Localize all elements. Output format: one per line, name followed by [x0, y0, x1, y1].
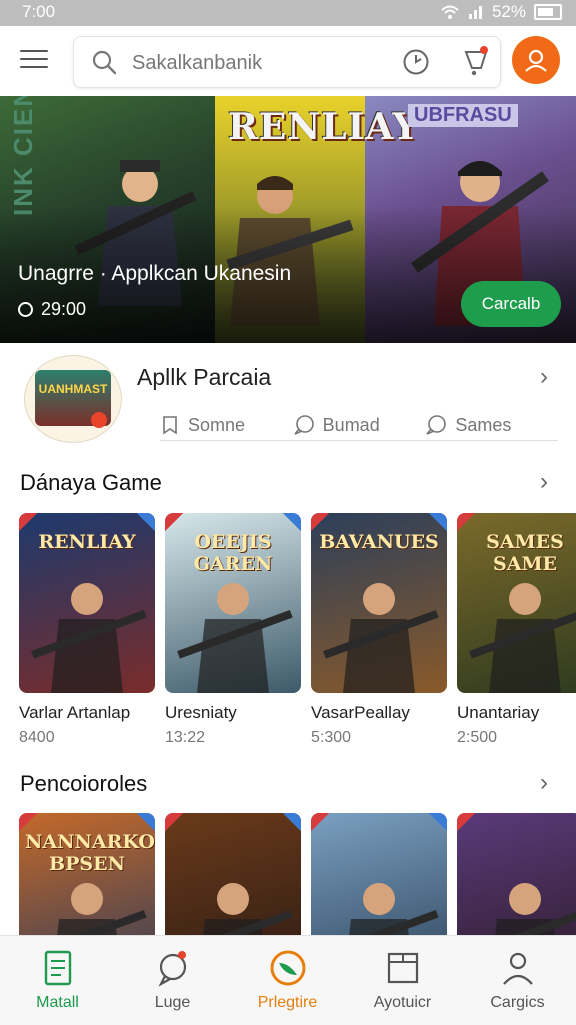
status-bar: 7:00 52%	[0, 0, 576, 26]
corner-tag	[429, 513, 447, 531]
game-logo-text: OEEJIS GAREN	[193, 531, 273, 575]
app-tabs: Somne Bumad Sames	[160, 410, 558, 441]
chevron-right-icon[interactable]: ›	[540, 363, 548, 391]
corner-tag	[19, 813, 37, 831]
banner-time-value: 29:00	[41, 299, 87, 319]
top-bar	[0, 26, 576, 96]
game-meta: 2:500	[457, 729, 498, 746]
corner-tag	[283, 513, 301, 531]
bottom-nav: Matall Luge Prlegtire Ayotuicr Cargics	[0, 935, 576, 1025]
games-row: RENLIAY Varlar Artanlap 8400 OEEJIS GAREN Ur…	[19, 513, 576, 747]
corner-tag	[137, 513, 155, 531]
corner-tag	[283, 813, 301, 831]
app-tab-somne[interactable]: Somne	[160, 410, 293, 440]
app-logo-text: UANHMAST	[38, 382, 108, 396]
menu-icon[interactable]	[20, 50, 48, 70]
game-title: VasarPeallay	[311, 703, 410, 722]
app-tab-label: Sames	[455, 414, 512, 435]
banner-action-button[interactable]: Carcalb	[461, 281, 561, 327]
corner-tag	[457, 513, 475, 531]
game-title: Uresniaty	[165, 703, 237, 722]
status-icons: 52%	[440, 2, 562, 22]
hero-banner[interactable]: INK CIENZN RENLIAY UBFRASU Unagrre · App…	[0, 96, 576, 343]
corner-tag	[457, 813, 475, 831]
search-icon	[92, 50, 117, 75]
game-title: Unantariay	[457, 703, 540, 722]
banner-time: 29:00	[18, 299, 86, 320]
bookmark-icon	[163, 416, 177, 435]
game-logo-text: SAMES SAME	[486, 531, 564, 575]
nav-label: Luge	[154, 994, 191, 1011]
nav-item-matall[interactable]: Matall	[0, 936, 115, 1025]
game-thumbnail[interactable]: BAVANUES	[311, 513, 447, 693]
leaf-icon	[270, 950, 306, 986]
game-meta: 13:22	[165, 729, 206, 746]
corner-tag	[311, 813, 329, 831]
nav-item-ayotuicr[interactable]: Ayotuicr	[345, 936, 460, 1025]
cart-icon[interactable]	[462, 46, 492, 78]
wifi-icon	[441, 5, 459, 19]
folder-icon	[387, 952, 419, 984]
corner-tag	[137, 813, 155, 831]
clock-icon	[18, 302, 33, 317]
battery-percent: 52%	[491, 2, 526, 21]
app-tab-label: Bumad	[322, 414, 380, 435]
game-card[interactable]: BAVANUES VasarPeallay 5:300	[311, 513, 447, 747]
banner-logo-2: UBFRASU	[408, 104, 518, 127]
battery-icon	[534, 4, 562, 20]
game-card[interactable]: RENLIAY Varlar Artanlap 8400	[19, 513, 155, 747]
banner-title: Unagrre · Applkcan Ukanesin	[18, 262, 292, 285]
app-tab-bumad[interactable]: Bumad	[293, 410, 426, 440]
chat-icon	[294, 415, 314, 435]
signal-icon	[468, 6, 482, 19]
corner-tag	[311, 513, 329, 531]
game-meta: 5:300	[311, 729, 352, 746]
search-bar[interactable]	[73, 36, 501, 88]
corner-tag	[165, 813, 183, 831]
user-icon	[525, 49, 547, 72]
app-logo[interactable]: UANHMAST	[24, 355, 122, 443]
nav-label: Cargics	[490, 994, 545, 1011]
game-thumbnail[interactable]: RENLIAY	[19, 513, 155, 693]
game-thumbnail[interactable]: SAMES SAME	[457, 513, 576, 693]
chevron-right-icon[interactable]: ›	[540, 769, 548, 797]
chat-bubble-icon	[158, 951, 187, 987]
nav-item-luge[interactable]: Luge	[115, 936, 230, 1025]
game-thumbnail[interactable]: OEEJIS GAREN	[165, 513, 301, 693]
nav-label: Prlegtire	[257, 994, 318, 1011]
corner-tag	[19, 513, 37, 531]
corner-tag	[429, 813, 447, 831]
search-input[interactable]	[130, 49, 384, 77]
banner-logo: RENLIAY	[228, 106, 420, 148]
notification-badge	[91, 412, 107, 428]
app-tab-sames[interactable]: Sames	[425, 410, 558, 440]
nav-item-cargics[interactable]: Cargics	[460, 936, 575, 1025]
status-time: 7:00	[22, 2, 56, 21]
corner-tag	[165, 513, 183, 531]
chat-icon	[426, 415, 447, 435]
banner-side-text: INK CIENZN	[8, 96, 38, 216]
game-card[interactable]: SAMES SAME Unantariay 2:500	[457, 513, 576, 747]
section-title-danaya-game: Dánaya Game	[20, 470, 162, 495]
profile-avatar-button[interactable]	[512, 36, 560, 84]
app-section: UANHMAST Apllk Parcaia › Somne Bumad Sam…	[0, 343, 576, 458]
history-icon[interactable]	[402, 48, 430, 76]
person-icon	[503, 952, 533, 985]
game-meta: 8400	[19, 729, 55, 746]
nav-label: Ayotuicr	[373, 994, 432, 1011]
app-tab-label: Somne	[188, 414, 246, 435]
nav-label: Matall	[36, 994, 79, 1011]
game-card[interactable]: OEEJIS GAREN Uresniaty 13:22	[165, 513, 301, 747]
game-logo-text: NANNARKO BPSEN	[25, 831, 155, 875]
nav-item-prlegtire[interactable]: Prlegtire	[230, 936, 345, 1025]
chevron-right-icon[interactable]: ›	[540, 468, 548, 496]
document-icon	[44, 950, 72, 986]
game-logo-text: RENLIAY	[38, 531, 136, 553]
game-title: Varlar Artanlap	[19, 703, 131, 722]
section-title-pencoioroles: Pencoioroles	[20, 771, 148, 796]
game-logo-text: BAVANUES	[319, 531, 439, 553]
app-title[interactable]: Apllk Parcaia	[137, 364, 271, 391]
